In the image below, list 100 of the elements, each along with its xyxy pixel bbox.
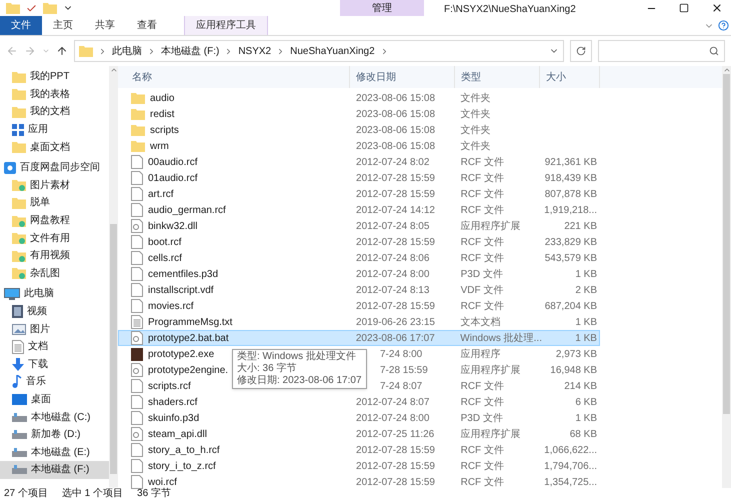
search-icon [709,46,719,56]
scrollbar-thumb[interactable] [110,224,117,474]
sidebar-item[interactable]: 新加卷 (D:) [0,426,109,444]
modified-date: 7-24 8:00 [380,348,422,362]
sidebar-item[interactable]: 我的表格 [0,86,109,104]
tooltip-line: 修改日期: 2023-08-06 17:07 [237,375,362,387]
ribbon-tab[interactable]: 应用程序工具 [184,16,268,35]
refresh-button[interactable] [570,40,592,62]
file-size: 687,204 KB [544,300,598,314]
file-type: RCF 文件 [460,252,505,266]
drive-icon [12,448,27,457]
file-size: 6 KB [574,396,598,410]
modified-date: 2012-07-28 15:59 [356,476,435,490]
file-type: 文件夹 [460,92,492,106]
drive-icon [12,412,27,422]
column-header[interactable]: 类型 [455,66,540,88]
up-arrow-icon[interactable] [56,45,68,57]
sidebar-item[interactable]: 视频 [0,302,109,320]
close-icon[interactable] [711,2,723,14]
file-name: story_a_to_h.rcf [148,444,220,458]
sidebar-item[interactable]: 百度网盘同步空间 [0,158,109,177]
modified-date: 2023-08-06 15:08 [356,108,436,122]
cloud-sync-icon [4,162,16,174]
sidebar-item[interactable]: 杂乱图 [0,264,109,282]
file-size: 1 KB [574,268,598,282]
sidebar-item[interactable]: 应用 [0,120,109,138]
file-icon [131,379,143,393]
ribbon-tab[interactable]: 文件 [0,16,42,35]
modified-date: 2019-06-26 23:15 [356,316,435,330]
file-name: steam_api.dll [148,428,207,442]
modified-date: 2012-07-24 8:13 [356,284,430,298]
file-size: 233,829 KB [544,236,598,250]
file-name: wrm [150,140,169,154]
file-type: P3D 文件 [460,412,504,426]
maximize-icon[interactable] [679,3,689,13]
file-type: 应用程序扩展 [460,364,522,378]
text-file-icon [131,315,143,329]
sidebar-item[interactable]: 我的文档 [0,103,109,121]
ribbon-tab[interactable]: 共享 [84,16,126,35]
folder-icon [79,45,93,57]
ribbon-tab[interactable]: 主页 [42,16,84,35]
grid-icon [12,124,24,136]
sidebar-item[interactable]: 本地磁盘 (E:) [0,443,109,462]
file-type: 文件夹 [460,140,492,154]
file-icon [131,155,143,169]
file-type: P3D 文件 [460,268,504,282]
modified-date: 2023-08-06 15:08 [356,92,436,106]
file-type: RCF 文件 [460,380,505,394]
sidebar-item[interactable]: 桌面文档 [0,138,109,156]
address-field[interactable]: 此电脑 本地磁盘 (F:) NSYX2 NueShaYuanXing2 [74,40,564,62]
column-header[interactable]: 大小 [540,66,600,88]
breadcrumb-item[interactable]: NSYX2 [238,44,272,58]
sidebar-item[interactable]: 有用视频 [0,246,109,265]
folder-icon [12,106,26,118]
sidebar-item[interactable]: 本地磁盘 (C:) [0,408,109,426]
file-name: story_i_to_z.rcf [148,460,216,474]
scrollbar-thumb[interactable] [723,74,730,414]
sidebar-item[interactable]: 文档 [0,338,109,356]
column-header[interactable]: 修改日期 [350,66,455,88]
status-text: 36 字节 [137,488,171,500]
file-size: 68 KB [568,428,598,442]
app-icon [131,348,143,360]
file-type: RCF 文件 [460,204,505,218]
sidebar-item[interactable]: 桌面 [0,390,109,408]
sidebar-item[interactable]: 我的PPT [0,68,109,86]
sidebar-item[interactable]: 网盘教程 [0,212,109,230]
selected-file-row[interactable]: prototype2.bat.bat 2023-08-06 17:07 Windows 批处理... 1 KB [118,330,600,346]
scroll-up-icon[interactable] [110,66,118,74]
modified-date: 2012-07-25 11:26 [356,428,434,442]
breadcrumb-item[interactable]: NueShaYuanXing2 [290,44,375,58]
sidebar-item[interactable]: 图片 [0,320,109,338]
file-icon [131,267,143,281]
file-size: 807,878 KB [544,188,598,202]
breadcrumb-item[interactable]: 本地磁盘 (F:) [161,44,220,58]
sidebar-item[interactable]: 此电脑 [0,285,109,303]
modified-date: 2012-07-24 8:00 [356,412,430,426]
properties-icon[interactable] [26,2,37,14]
file-size: 1,794,706... [543,460,598,474]
breadcrumb-item[interactable]: 此电脑 [112,44,142,58]
column-header[interactable]: 名称 [118,66,350,88]
sidebar-item[interactable]: 文件有用 [0,229,109,247]
folder-icon [6,2,20,14]
modified-date: 2012-07-28 15:59 [356,236,435,250]
file-icon [131,187,143,201]
file-name: installscript.vdf [148,284,214,298]
modified-date: 2023-08-06 15:08 [356,140,436,154]
file-name: 00audio.rcf [148,156,198,170]
search-field[interactable] [598,40,725,62]
file-size: 543,579 KB [544,252,598,266]
ribbon-tab[interactable]: 查看 [126,16,168,35]
file-type: RCF 文件 [460,236,505,250]
modified-date: 2023-08-06 15:08 [356,124,436,138]
synced-folder-icon [12,250,26,262]
scroll-up-icon[interactable] [722,66,730,74]
sidebar-item[interactable]: 脱单 [0,194,109,212]
sidebar-item[interactable]: 本地磁盘 (F:) [0,461,109,479]
sidebar-item[interactable]: 下载 [0,356,109,374]
help-icon[interactable] [718,20,729,31]
sidebar-item[interactable]: 音乐 [0,373,109,391]
sidebar-item[interactable]: 图片素材 [0,176,109,194]
